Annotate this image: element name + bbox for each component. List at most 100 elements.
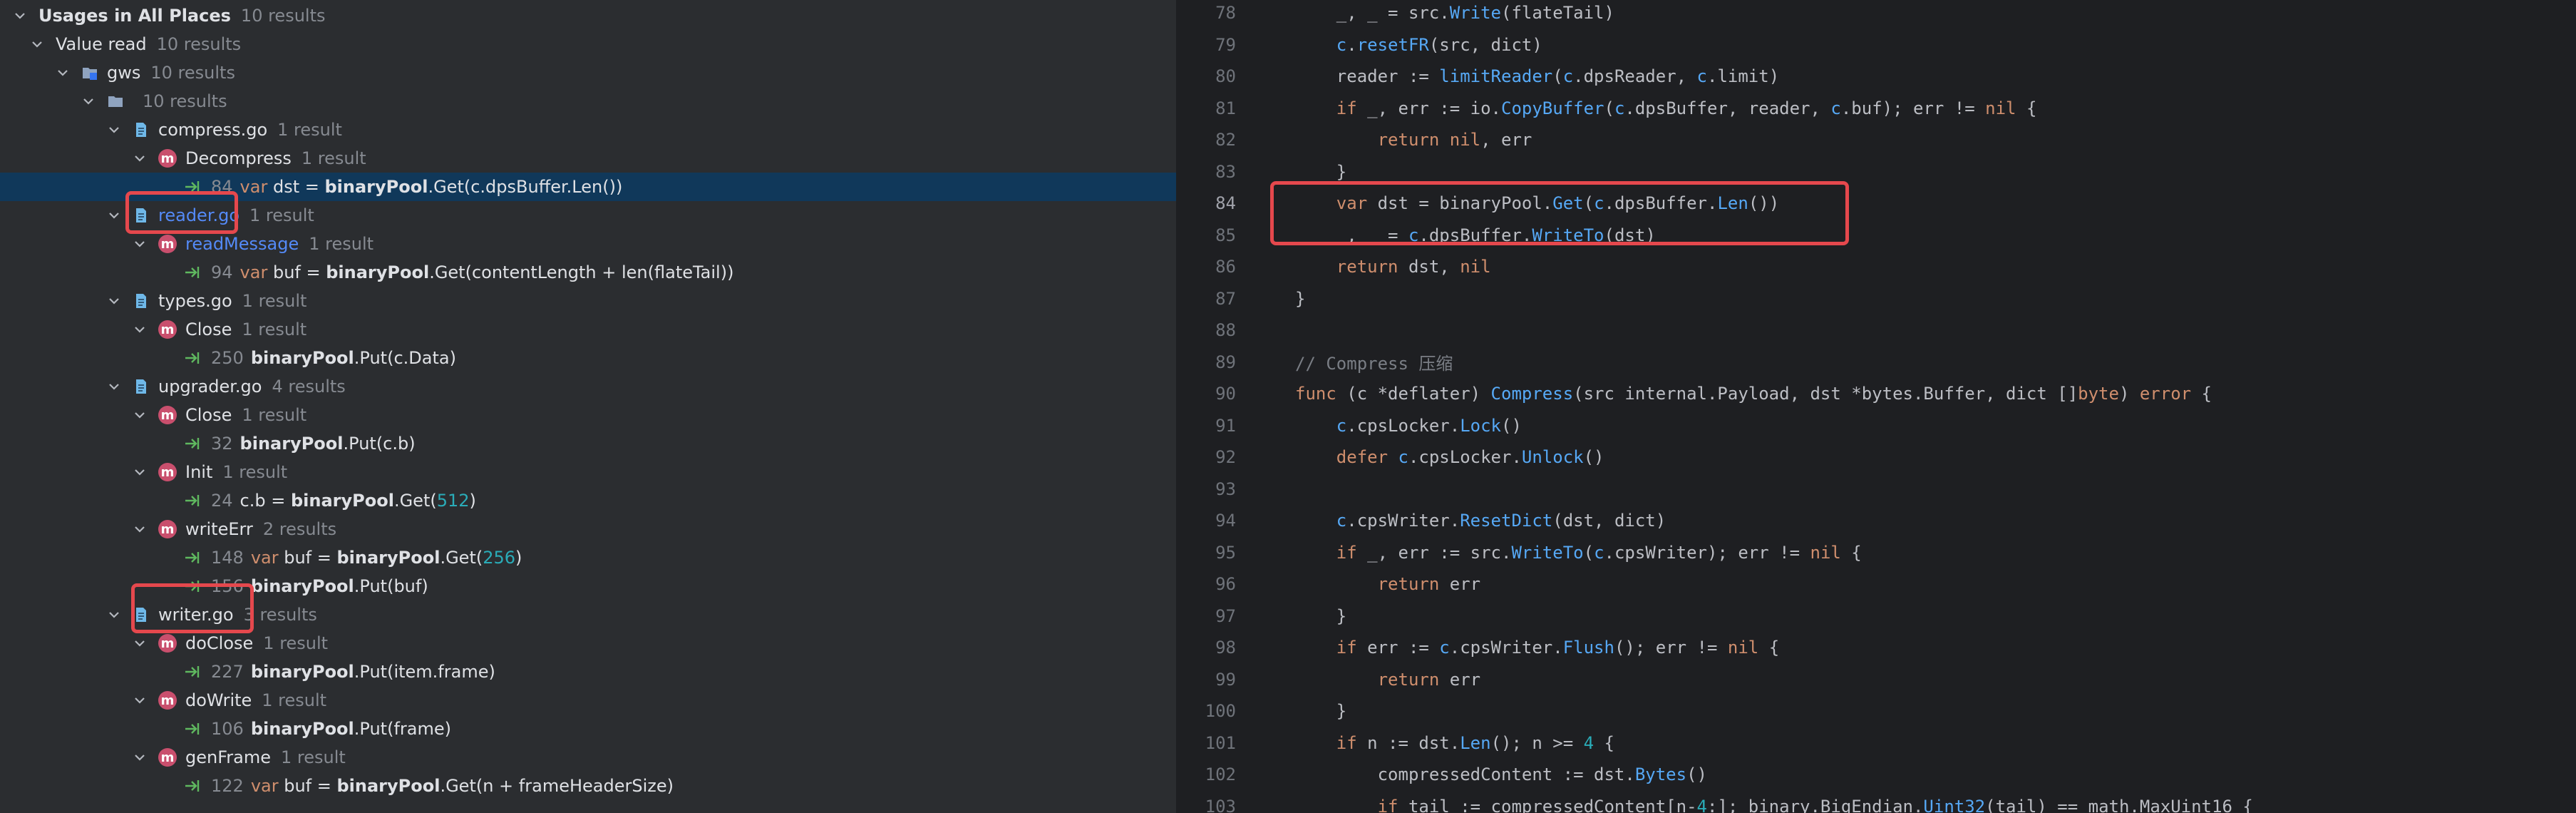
chevron-down-icon[interactable] [107, 379, 121, 394]
line-number[interactable]: 86 [1178, 257, 1236, 277]
usages-panel: Usages in All Places 10 results Value re… [0, 0, 1176, 813]
chevron-down-icon[interactable] [30, 37, 44, 51]
tree-count: 1 result [263, 633, 329, 653]
tree-method-readmessage[interactable]: m readMessage 1 result [0, 230, 1176, 258]
usage-row[interactable]: 227 binaryPool .Put(item.frame) [0, 658, 1176, 686]
tree-directory[interactable]: 10 results [0, 87, 1176, 116]
code-line[interactable]: 91 c.cpsLocker.Lock() [1178, 410, 2576, 441]
chevron-down-icon[interactable] [133, 151, 147, 165]
chevron-down-icon[interactable] [133, 693, 147, 707]
code-text: return err [1377, 669, 1481, 690]
line-number[interactable]: 98 [1178, 638, 1236, 658]
line-number[interactable]: 78 [1178, 3, 1236, 23]
line-number[interactable]: 103 [1178, 797, 1236, 813]
tree-method-init[interactable]: m Init 1 result [0, 458, 1176, 486]
tree-method-genframe[interactable]: m genFrame 1 result [0, 743, 1176, 772]
tree-file-upgrader[interactable]: upgrader.go 4 results [0, 372, 1176, 401]
line-number[interactable]: 102 [1178, 765, 1236, 784]
line-number[interactable]: 94 [1178, 511, 1236, 531]
code-line[interactable]: 97 } [1178, 600, 2576, 632]
folder-icon [107, 93, 124, 110]
chevron-down-icon[interactable] [133, 465, 147, 479]
usage-row[interactable]: 106 binaryPool .Put(frame) [0, 715, 1176, 743]
code-line[interactable]: 99 return err [1178, 664, 2576, 695]
usage-row[interactable]: 94 var buf = binaryPool .Get(contentLeng… [0, 258, 1176, 287]
usage-row[interactable]: 32 binaryPool .Put(c.b) [0, 429, 1176, 458]
line-number[interactable]: 90 [1178, 384, 1236, 404]
line-number[interactable]: 79 [1178, 35, 1236, 55]
chevron-down-icon[interactable] [107, 123, 121, 137]
line-number[interactable]: 87 [1178, 289, 1236, 309]
code-line[interactable]: 88 [1178, 315, 2576, 346]
module-folder-icon [81, 64, 98, 81]
line-number[interactable]: 88 [1178, 320, 1236, 340]
tree-group-value-read[interactable]: Value read 10 results [0, 30, 1176, 58]
tree-method-close[interactable]: m Close 1 result [0, 401, 1176, 429]
chevron-down-icon[interactable] [133, 408, 147, 422]
tree-method-close[interactable]: m Close 1 result [0, 315, 1176, 344]
go-file-icon [133, 378, 150, 395]
code-line[interactable]: 96 return err [1178, 568, 2576, 600]
tree-file-types[interactable]: types.go 1 result [0, 287, 1176, 315]
code-line[interactable]: 82 return nil, err [1178, 124, 2576, 155]
line-number[interactable]: 93 [1178, 479, 1236, 499]
code-line[interactable]: 78 _, _ = src.Write(flateTail) [1178, 0, 2576, 29]
line-number[interactable]: 89 [1178, 352, 1236, 372]
code-line[interactable]: 103 if tail := compressedContent[n-4:]; … [1178, 791, 2576, 813]
chevron-down-icon[interactable] [81, 94, 96, 108]
code-line[interactable]: 81 if _, err := io.CopyBuffer(c.dpsBuffe… [1178, 93, 2576, 124]
line-number[interactable]: 82 [1178, 130, 1236, 150]
chevron-down-icon[interactable] [133, 522, 147, 536]
code-line[interactable]: 87} [1178, 283, 2576, 315]
usage-row[interactable]: 24 c.b = binaryPool .Get( 512 ) [0, 486, 1176, 515]
code-line[interactable]: 93 [1178, 474, 2576, 505]
usages-header[interactable]: Usages in All Places 10 results [0, 1, 1176, 30]
code-line[interactable]: 95 if _, err := src.WriteTo(c.cpsWriter)… [1178, 537, 2576, 568]
code-line[interactable]: 92 defer c.cpsLocker.Unlock() [1178, 441, 2576, 473]
line-number[interactable]: 96 [1178, 574, 1236, 594]
chevron-down-icon[interactable] [133, 636, 147, 650]
chevron-down-icon[interactable] [133, 750, 147, 765]
line-number[interactable]: 83 [1178, 162, 1236, 182]
chevron-down-icon[interactable] [107, 208, 121, 223]
usage-symbol: binaryPool [250, 576, 354, 596]
tree-method-decompress[interactable]: m Decompress 1 result [0, 144, 1176, 173]
chevron-down-icon[interactable] [133, 322, 147, 337]
line-number[interactable]: 100 [1178, 701, 1236, 721]
code-text: reader := limitReader(c.dpsReader, c.lim… [1295, 66, 1780, 86]
chevron-down-icon[interactable] [56, 66, 70, 80]
code-line[interactable]: 90 func (c *deflater) Compress(src intern… [1178, 378, 2576, 409]
line-number[interactable]: 92 [1178, 447, 1236, 467]
tree-method-doclose[interactable]: m doClose 1 result [0, 629, 1176, 658]
chevron-down-icon[interactable] [107, 608, 121, 622]
code-line[interactable]: 94 c.cpsWriter.ResetDict(dst, dict) [1178, 505, 2576, 536]
code-line[interactable]: 80 reader := limitReader(c.dpsReader, c.… [1178, 61, 2576, 92]
code-line[interactable]: 89 // Compress 压缩 [1178, 347, 2576, 378]
line-number[interactable]: 91 [1178, 416, 1236, 436]
code-line[interactable]: 101 if n := dst.Len(); n >= 4 { [1178, 727, 2576, 759]
line-number[interactable]: 95 [1178, 543, 1236, 563]
line-number[interactable]: 80 [1178, 66, 1236, 86]
usage-row[interactable]: 122 var buf = binaryPool .Get(n + frameH… [0, 772, 1176, 800]
code-line[interactable]: 86 return dst, nil [1178, 251, 2576, 282]
code-line[interactable]: 79 c.resetFR(src, dict) [1178, 29, 2576, 61]
code-line[interactable]: 100 } [1178, 695, 2576, 727]
chevron-down-icon[interactable] [133, 237, 147, 251]
line-number[interactable]: 99 [1178, 670, 1236, 690]
tree-method-writeerr[interactable]: m writeErr 2 results [0, 515, 1176, 543]
tree-module-gws[interactable]: gws 10 results [0, 58, 1176, 87]
tree-file-compress[interactable]: compress.go 1 result [0, 116, 1176, 144]
usage-row[interactable]: 148 var buf = binaryPool .Get( 256 ) [0, 543, 1176, 572]
usage-row[interactable]: 250 binaryPool .Put(c.Data) [0, 344, 1176, 372]
line-number[interactable]: 97 [1178, 606, 1236, 626]
line-number[interactable]: 101 [1178, 733, 1236, 753]
code-line[interactable]: 98 if err := c.cpsWriter.Flush(); err !=… [1178, 632, 2576, 663]
line-number[interactable]: 81 [1178, 98, 1236, 118]
chevron-down-icon[interactable] [107, 294, 121, 308]
code-editor[interactable]: 78 _, _ = src.Write(flateTail) 79 c.reset… [1178, 0, 2576, 813]
code-line[interactable]: 102 compressedContent := dst.Bytes() [1178, 759, 2576, 790]
chevron-down-icon[interactable] [13, 9, 27, 23]
tree-method-dowrite[interactable]: m doWrite 1 result [0, 686, 1176, 715]
line-number[interactable]: 84 [1178, 193, 1236, 213]
line-number[interactable]: 85 [1178, 225, 1236, 245]
